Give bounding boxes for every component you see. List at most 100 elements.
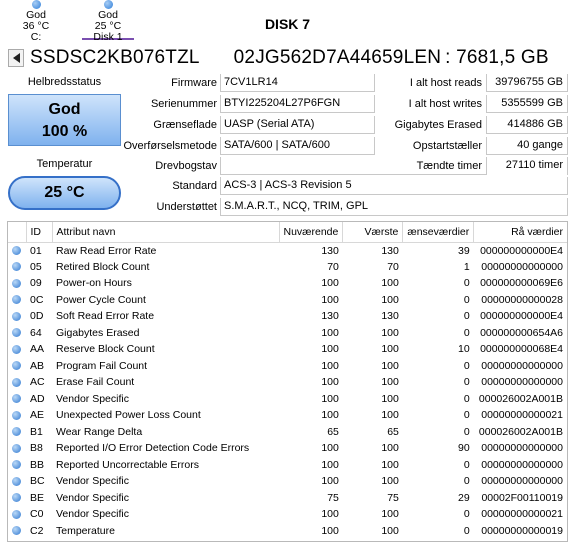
column-header-threshold[interactable]: ænseværdier	[402, 222, 475, 243]
attr-worst: 100	[381, 409, 399, 422]
attr-worst: 100	[381, 392, 399, 405]
table-row[interactable]: 0D Soft Read Error Rate 130 130 0 00000000000…	[8, 308, 567, 325]
table-row[interactable]: 05 Retired Block Count 70 70 1 00000000000000	[8, 259, 567, 276]
disk-tab-name: C:	[30, 31, 42, 43]
firmware-label: Firmware	[171, 77, 217, 89]
disk-title: DISK 7	[264, 16, 311, 32]
interface-label: Grænseflade	[153, 119, 217, 131]
attr-id: BE	[30, 491, 45, 504]
attr-raw: 00000000000019	[481, 524, 563, 537]
table-row[interactable]: C0 Vendor Specific 100 100 0 00000000000021	[8, 506, 567, 523]
attr-threshold: 0	[463, 392, 470, 405]
attr-raw: 00002F00110019	[481, 491, 563, 504]
attr-worst: 100	[381, 376, 399, 389]
table-row[interactable]: AE Unexpected Power Loss Count 100 100 0 0000…	[8, 407, 567, 424]
smart-attributes-table[interactable]: ID Attribut navn Nuværende Værste ænsevæ…	[7, 221, 568, 542]
attr-worst: 130	[381, 310, 399, 323]
table-row[interactable]: AD Vendor Specific 100 100 0 000026002A001B	[8, 391, 567, 408]
status-cell	[8, 490, 26, 507]
transfer-label: Overførselsmetode	[123, 140, 217, 152]
attr-threshold: 0	[463, 359, 470, 372]
attr-id: 05	[30, 260, 42, 273]
power-count-label: Opstartstæller	[412, 140, 482, 152]
attr-raw: 00000000000000	[481, 442, 563, 455]
column-header-raw[interactable]: Rå værdier	[473, 222, 567, 243]
status-dot-icon	[12, 443, 21, 453]
model-row: SSDSC2KB076TZL 02JG562D7A44659LEN: 7681,5…	[8, 44, 549, 72]
standard-value: ACS-3 | ACS-3 Revision 5	[220, 177, 568, 195]
attr-current: 100	[321, 409, 339, 422]
status-dot-icon	[12, 427, 21, 437]
attr-id: 64	[30, 326, 42, 339]
table-row[interactable]: B1 Wear Range Delta 65 65 0 000026002A001B	[8, 424, 567, 441]
table-row[interactable]: BC Vendor Specific 100 100 0 00000000000000	[8, 473, 567, 490]
column-header-worst[interactable]: Værste	[342, 222, 404, 243]
attr-current: 130	[321, 244, 339, 257]
attr-threshold: 0	[463, 524, 470, 537]
status-dot-icon	[31, 0, 41, 9]
column-header-name[interactable]: Attribut navn	[52, 222, 280, 243]
previous-disk-button[interactable]	[8, 49, 24, 67]
table-row[interactable]: 64 Gigabytes Erased 100 100 0 000000000654A6	[8, 325, 567, 342]
attr-current: 100	[321, 442, 339, 455]
attr-threshold: 39	[458, 244, 470, 257]
serial-label: Serienummer	[150, 98, 217, 110]
attr-name: Gigabytes Erased	[56, 326, 140, 339]
status-dot-icon	[12, 509, 21, 519]
attr-id: AD	[30, 392, 45, 405]
model-title: SSDSC2KB076TZL 02JG562D7A44659LEN: 7681,5…	[30, 47, 549, 69]
attr-raw: 000000000654A6	[480, 326, 563, 339]
attr-id: AA	[30, 343, 45, 356]
table-row[interactable]: AB Program Fail Count 100 100 0 0000000000000…	[8, 358, 567, 375]
table-row[interactable]: 09 Power-on Hours 100 100 0 000000000069E6	[8, 275, 567, 292]
attr-raw: 00000000000000	[481, 376, 563, 389]
table-row[interactable]: AA Reserve Block Count 100 100 10 00000000006…	[8, 341, 567, 358]
column-header-id[interactable]: ID	[26, 222, 53, 243]
attr-id: B8	[30, 442, 43, 455]
status-cell	[8, 473, 26, 490]
attr-threshold: 0	[463, 475, 470, 488]
attr-raw: 000026002A001B	[478, 392, 563, 405]
attr-id: AE	[30, 409, 45, 422]
attr-current: 100	[321, 293, 339, 306]
attr-name: Raw Read Error Rate	[56, 244, 157, 257]
table-header-row: ID Attribut navn Nuværende Værste ænsevæ…	[8, 222, 567, 243]
attr-threshold: 0	[463, 326, 470, 339]
status-dot-icon	[12, 246, 21, 255]
table-row[interactable]: AC Erase Fail Count 100 100 0 00000000000000	[8, 374, 567, 391]
model-size: : 7681,5 GB	[445, 47, 549, 68]
attr-threshold: 0	[463, 277, 470, 290]
table-row[interactable]: BE Vendor Specific 75 75 29 00002F00110019	[8, 490, 567, 507]
attr-worst: 75	[387, 491, 399, 504]
status-cell	[8, 358, 26, 375]
table-row[interactable]: BB Reported Uncorrectable Errors 100 100 0 00…	[8, 457, 567, 474]
table-row[interactable]: C2 Temperature 100 100 0 00000000000019	[8, 523, 567, 540]
status-dot-icon	[103, 0, 113, 9]
temperature-label: Temperatur	[36, 158, 93, 170]
status-dot-icon	[12, 394, 21, 404]
status-dot-icon	[12, 311, 21, 321]
table-row[interactable]: B8 Reported I/O Error Detection Code Erro…	[8, 440, 567, 457]
attr-threshold: 1	[463, 260, 470, 273]
attr-current: 100	[321, 475, 339, 488]
attr-id: AB	[30, 359, 45, 372]
attr-current: 100	[321, 524, 339, 537]
attr-raw: 00000000000000	[481, 359, 563, 372]
attr-raw: 000000000000E4	[480, 310, 563, 323]
status-cell	[8, 341, 26, 358]
status-cell	[8, 308, 26, 325]
column-header-current[interactable]: Nuværende	[279, 222, 344, 243]
table-row[interactable]: 0C Power Cycle Count 100 100 0 00000000000028	[8, 292, 567, 309]
gb-erased-value: 414886 GB	[486, 116, 568, 134]
attr-id: C0	[30, 508, 44, 521]
attr-id: 0C	[30, 293, 44, 306]
column-header-status[interactable]	[8, 222, 27, 243]
table-row[interactable]: 01 Raw Read Error Rate 130 130 39 00000000000…	[8, 242, 567, 259]
attr-worst: 100	[381, 475, 399, 488]
attr-raw: 000000000068E4	[480, 343, 563, 356]
attr-current: 100	[321, 376, 339, 389]
attr-raw: 000000000000E4	[480, 244, 563, 257]
attr-name: Temperature	[56, 524, 115, 537]
attr-current: 70	[327, 260, 339, 273]
attr-name: Program Fail Count	[56, 359, 148, 372]
